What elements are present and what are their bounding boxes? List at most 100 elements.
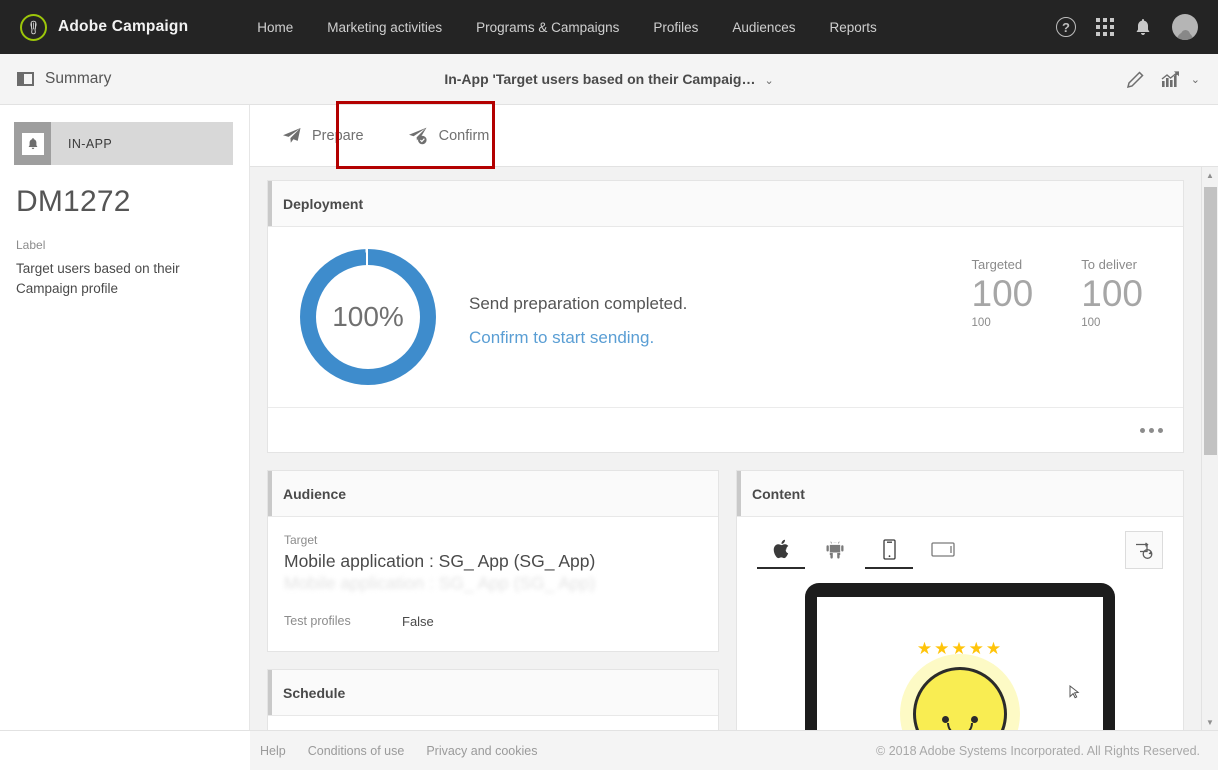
stat-to-deliver-label: To deliver <box>1081 257 1137 272</box>
phone-portrait-icon[interactable] <box>865 531 913 569</box>
footer-link-help[interactable]: Help <box>260 744 286 758</box>
tab-prepare-label: Prepare <box>312 127 364 144</box>
summary-sidebar: IN-APP DM1272 Label Target users based o… <box>0 105 250 730</box>
footer-copyright: © 2018 Adobe Systems Incorporated. All R… <box>876 743 1200 758</box>
device-preview: ★★★★★ <box>737 583 1183 730</box>
test-profiles-value: False <box>402 614 434 629</box>
schedule-body: Send immediately once confirmed. <box>268 716 718 730</box>
topnav-links: Home Marketing activities Programs & Cam… <box>240 20 893 35</box>
content-scrollbar[interactable]: ▲ ▼ <box>1201 167 1218 730</box>
tablet-frame: ★★★★★ <box>805 583 1115 730</box>
right-column: Content ★★★★★ <box>736 470 1184 730</box>
preparation-progress-donut: 100% <box>300 249 436 385</box>
deployment-card-footer <box>268 407 1183 452</box>
rating-stars: ★★★★★ <box>916 639 1004 658</box>
workflow-tabs: Prepare Confirm <box>250 105 1218 167</box>
schedule-title: Schedule <box>283 684 346 701</box>
android-icon[interactable] <box>811 531 859 569</box>
nav-link-profiles[interactable]: Profiles <box>636 20 715 35</box>
rotate-preview-icon[interactable] <box>1125 531 1163 569</box>
content-body: ★★★★★ <box>737 517 1183 730</box>
deployment-title: Deployment <box>283 195 364 212</box>
nav-link-audiences[interactable]: Audiences <box>715 20 812 35</box>
help-icon[interactable]: ? <box>1056 17 1076 37</box>
schedule-card-header: Schedule <box>268 670 718 716</box>
nav-link-reports[interactable]: Reports <box>812 20 893 35</box>
audience-target-value-wrap: Mobile application : SG_ App (SG_ App) M… <box>284 551 702 593</box>
progress-percent: 100% <box>332 301 404 332</box>
scroll-down-arrow-icon[interactable]: ▼ <box>1202 714 1218 730</box>
user-avatar[interactable] <box>1172 14 1198 40</box>
sub-header-actions: ⌄ <box>1126 70 1218 89</box>
schedule-card: Schedule Send immediately once confirmed… <box>267 669 719 730</box>
deployment-body: 100% Send preparation completed. Confirm… <box>268 227 1183 385</box>
brand-name: Adobe Campaign <box>58 18 189 35</box>
summary-content-area: Deployment 100% Send preparation complet… <box>250 167 1218 730</box>
page-title-text[interactable]: In-App 'Target users based on their Camp… <box>444 71 755 87</box>
content-title: Content <box>752 485 805 502</box>
app-grid-icon[interactable] <box>1096 18 1114 36</box>
stat-to-deliver: To deliver 100 100 <box>1081 257 1143 385</box>
confirm-to-start-sending-link[interactable]: Confirm to start sending. <box>469 328 687 348</box>
nav-link-home[interactable]: Home <box>240 20 310 35</box>
in-app-bell-icon <box>14 122 51 165</box>
audience-target-key: Target <box>284 533 318 547</box>
audience-target-value: Mobile application : SG_ App (SG_ App) <box>284 551 596 571</box>
brand[interactable]: Adobe Campaign <box>0 13 189 41</box>
reports-chart-icon[interactable]: ⌄ <box>1161 70 1200 89</box>
help-glyph: ? <box>1056 17 1076 37</box>
page-footer: Help Conditions of use Privacy and cooki… <box>250 730 1218 770</box>
channel-badge-label: IN-APP <box>68 136 113 151</box>
nav-link-programs-campaigns[interactable]: Programs & Campaigns <box>459 20 636 35</box>
audience-card: Audience Target Mobile application : SG_… <box>267 470 719 652</box>
label-value: Target users based on their Campaign pro… <box>16 261 180 296</box>
left-column: Audience Target Mobile application : SG_… <box>267 470 719 730</box>
paper-plane-check-icon <box>408 127 428 145</box>
deployment-stats: Targeted 100 100 To deliver 100 100 <box>972 249 1161 385</box>
test-profiles-key: Test profiles <box>284 614 351 628</box>
stat-to-deliver-value: 100 <box>1081 273 1143 314</box>
scroll-thumb[interactable] <box>1204 187 1217 455</box>
summary-label: Summary <box>45 70 112 87</box>
stat-targeted-sub: 100 <box>971 316 991 329</box>
nav-link-marketing-activities[interactable]: Marketing activities <box>310 20 459 35</box>
lower-cards-row: Audience Target Mobile application : SG_… <box>267 470 1184 730</box>
content-scroll-region: Deployment 100% Send preparation complet… <box>250 167 1201 730</box>
deployment-card: Deployment 100% Send preparation complet… <box>267 180 1184 453</box>
top-navigation-bar: Adobe Campaign Home Marketing activities… <box>0 0 1218 54</box>
label-key: Label <box>16 238 46 252</box>
reports-chevron-down-icon[interactable]: ⌄ <box>1191 73 1200 86</box>
stat-to-deliver-sub: 100 <box>1081 316 1101 329</box>
more-options-icon[interactable] <box>1140 427 1163 433</box>
stat-targeted: Targeted 100 100 <box>972 257 1034 385</box>
audience-test-profiles-row: Test profiles False <box>284 614 702 629</box>
mouse-cursor-icon <box>1069 684 1080 702</box>
content-card: Content ★★★★★ <box>736 470 1184 730</box>
edit-pencil-icon[interactable] <box>1126 70 1145 89</box>
footer-link-privacy-and-cookies[interactable]: Privacy and cookies <box>426 744 537 758</box>
topnav-right-icons: ? <box>1056 14 1218 40</box>
scroll-up-arrow-icon[interactable]: ▲ <box>1202 167 1218 183</box>
audience-card-header: Audience <box>268 471 718 517</box>
summary-toggle[interactable]: Summary <box>0 70 111 88</box>
preview-screen: ★★★★★ <box>817 597 1103 730</box>
paper-plane-icon <box>282 127 301 144</box>
stat-targeted-value: 100 <box>971 273 1034 314</box>
adobe-campaign-logo-icon <box>20 13 47 41</box>
chevron-down-icon[interactable]: ⌄ <box>764 75 773 87</box>
tab-prepare[interactable]: Prepare <box>260 105 386 167</box>
audience-title: Audience <box>283 485 347 502</box>
adobe-campaign-app: Adobe Campaign Home Marketing activities… <box>0 0 1218 770</box>
smiley-face-graphic <box>817 667 1103 730</box>
deployment-card-header: Deployment <box>268 181 1183 227</box>
summary-panel-icon <box>17 72 34 86</box>
delivery-code: DM1272 <box>16 185 131 218</box>
notifications-bell-icon[interactable] <box>1134 17 1152 37</box>
footer-link-conditions-of-use[interactable]: Conditions of use <box>308 744 405 758</box>
tablet-landscape-icon[interactable] <box>919 531 967 569</box>
stat-targeted-label: Targeted <box>971 257 1023 272</box>
content-card-header: Content <box>737 471 1183 517</box>
apple-icon[interactable] <box>757 531 805 569</box>
channel-badge: IN-APP <box>14 122 233 165</box>
tab-confirm[interactable]: Confirm <box>386 105 512 167</box>
